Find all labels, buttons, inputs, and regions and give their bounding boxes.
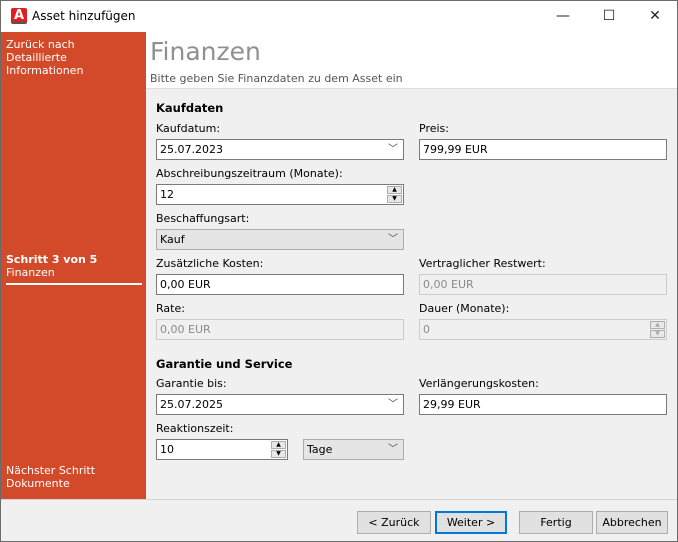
current-step-name: Finanzen [6,266,55,279]
back-button[interactable]: < Zurück [357,511,431,534]
back-to-previous-link[interactable]: Zurück nach Detaillierte Informationen [6,38,146,77]
dialog-window: A Asset hinzufügen — ☐ ✕ Zurück nach Det… [0,0,678,542]
reaktionszeit-label: Reaktionszeit: [156,422,234,435]
restwert-label: Vertraglicher Restwert: [419,257,546,270]
unit-value: Tage [307,443,333,456]
preis-input[interactable]: 799,99 EUR [419,139,667,160]
reaktionszeit-stepper[interactable]: 10 ▲ ▼ [156,439,288,460]
chevron-down-icon: ﹀ [388,444,398,455]
zusatz-input[interactable]: 0,00 EUR [156,274,404,295]
dauer-value: 0 [423,323,430,336]
abschreibung-stepper[interactable]: 12 ▲ ▼ [156,184,404,205]
verlaengerung-label: Verlängerungskosten: [419,377,539,390]
restwert-input: 0,00 EUR [419,274,667,295]
step-divider [6,283,142,285]
kaufdatum-value: 25.07.2023 [160,143,223,156]
abschreibung-value: 12 [160,188,174,201]
spin-down-icon[interactable]: ▼ [271,450,286,458]
current-step: Schritt 3 von 5 [6,253,98,266]
section-garantie: Garantie und Service [156,357,293,371]
page-title: Finanzen [150,37,261,66]
abschreibung-label: Abschreibungszeitraum (Monate): [156,167,343,180]
beschaffungsart-select[interactable]: Kauf ﹀ [156,229,404,250]
close-button[interactable]: ✕ [632,1,678,32]
title-bar: A Asset hinzufügen — ☐ ✕ [1,1,677,32]
maximize-button[interactable]: ☐ [586,1,632,32]
next-label: Nächster Schritt [6,464,96,477]
next-button[interactable]: Weiter > [435,511,507,534]
dauer-stepper: 0 ▲ ▼ [419,319,667,340]
dauer-label: Dauer (Monate): [419,302,510,315]
finish-button[interactable]: Fertig [519,511,593,534]
spin-down-icon: ▼ [650,330,665,338]
beschaffungsart-value: Kauf [160,233,185,246]
next-name: Dokumente [6,477,70,490]
chevron-down-icon[interactable]: ﹀ [388,140,398,159]
window-title: Asset hinzufügen [32,9,136,23]
beschaffungsart-label: Beschaffungsart: [156,212,250,225]
kaufdatum-label: Kaufdatum: [156,122,221,135]
spin-down-icon[interactable]: ▼ [387,195,402,203]
back-line2: Detaillierte Informationen [6,51,84,77]
next-step-link[interactable]: Nächster Schritt Dokumente [6,464,95,490]
wizard-sidebar: Zurück nach Detaillierte Informationen S… [1,32,146,499]
garantie-bis-label: Garantie bis: [156,377,227,390]
preis-label: Preis: [419,122,449,135]
back-line1: Zurück nach [6,38,75,51]
reaktionszeit-unit-select[interactable]: Tage ﹀ [303,439,404,460]
page-subtitle: Bitte geben Sie Finanzdaten zu dem Asset… [150,72,403,85]
button-bar: < Zurück Weiter > Fertig Abbrechen [1,499,677,541]
cancel-button[interactable]: Abbrechen [596,511,668,534]
minimize-button[interactable]: — [540,1,586,32]
app-icon: A [11,8,27,24]
garantie-bis-datepicker[interactable]: 25.07.2025 ﹀ [156,394,404,415]
rate-label: Rate: [156,302,185,315]
reaktionszeit-value: 10 [160,443,174,456]
spin-up-icon[interactable]: ▲ [387,186,402,194]
garantie-bis-value: 25.07.2025 [160,398,223,411]
section-kaufdaten: Kaufdaten [156,101,224,115]
spin-up-icon: ▲ [650,321,665,329]
kaufdatum-datepicker[interactable]: 25.07.2023 ﹀ [156,139,404,160]
zusatz-label: Zusätzliche Kosten: [156,257,264,270]
verlaengerung-input[interactable]: 29,99 EUR [419,394,667,415]
rate-input: 0,00 EUR [156,319,404,340]
page-header: Finanzen Bitte geben Sie Finanzdaten zu … [146,32,677,89]
chevron-down-icon[interactable]: ﹀ [388,395,398,414]
spin-up-icon[interactable]: ▲ [271,441,286,449]
chevron-down-icon: ﹀ [388,234,398,245]
